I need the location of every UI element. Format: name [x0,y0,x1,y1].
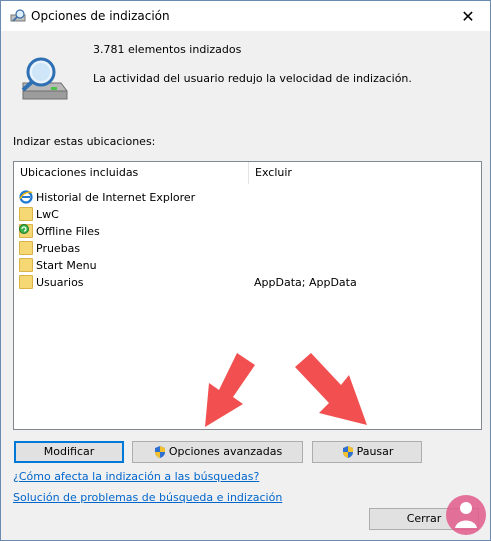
indexing-status: La actividad del usuario redujo la veloc… [93,72,412,85]
close-window-button[interactable]: ✕ [446,1,490,31]
close-icon: ✕ [461,6,475,26]
folder-icon [19,258,33,272]
locations-label: Indizar estas ubicaciones: [13,135,156,148]
indexed-count: 3.781 elementos indizados [93,43,242,56]
sync-icon [19,224,29,234]
column-included-locations[interactable]: Ubicaciones incluidas [14,162,249,184]
uac-shield-icon [154,446,165,458]
list-item-pruebas[interactable]: Pruebas [14,240,481,257]
location-name: Start Menu [36,259,97,272]
list-item-lwc[interactable]: LwC [14,206,481,223]
folder-icon [19,275,33,289]
red-arrow-annotation [205,353,255,427]
location-name: Usuarios [36,276,84,289]
title-bar: Opciones de indización ✕ [1,1,490,31]
location-name: Pruebas [36,242,81,255]
indexing-options-icon [10,9,26,22]
location-name: Offline Files [36,225,100,238]
troubleshoot-link[interactable]: Solución de problemas de búsqueda e indi… [13,491,282,504]
location-name: LwC [36,208,59,221]
location-name: Historial de Internet Explorer [36,191,196,204]
window-title: Opciones de indización [31,9,170,23]
list-item-offline-files[interactable]: Offline Files [14,223,481,240]
site-logo [446,495,486,535]
location-exclude: AppData; AppData [254,276,357,289]
folder-icon [19,241,33,255]
modify-button-label: Modificar [43,445,95,458]
how-indexing-affects-link[interactable]: ¿Cómo afecta la indización a las búsqued… [13,470,259,483]
uac-shield-icon [342,446,353,458]
list-item-usuarios[interactable]: Usuarios AppData; AppData [14,274,481,291]
modify-button[interactable]: Modificar [14,441,124,463]
red-arrow-annotation [295,353,367,425]
ie-icon [19,190,33,204]
folder-icon [19,207,33,221]
column-exclude[interactable]: Excluir [249,162,475,184]
pause-button-label: Pausar [356,445,394,458]
pause-button[interactable]: Pausar [312,441,422,463]
indexing-magnifier-icon [21,57,68,100]
advanced-options-label: Opciones avanzadas [168,445,283,458]
list-item-start-menu[interactable]: Start Menu [14,257,481,274]
indexing-options-dialog: Opciones de indización ✕ 3.781 elementos… [0,0,491,541]
list-item-internet-explorer[interactable]: Historial de Internet Explorer [14,189,481,206]
advanced-options-button[interactable]: Opciones avanzadas [132,441,303,463]
close-button-label: Cerrar [406,512,442,525]
